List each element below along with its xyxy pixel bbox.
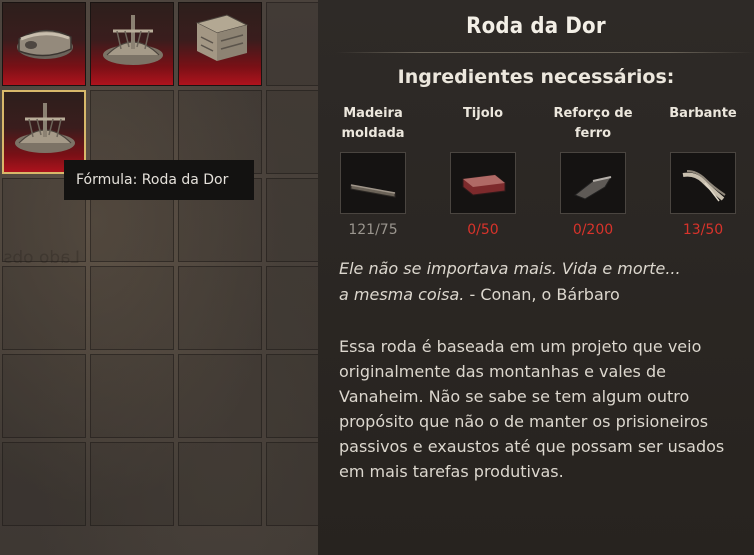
recipe-tooltip: Fórmula: Roda da Dor: [64, 160, 254, 200]
title-divider: [336, 52, 754, 53]
ingredient-twine: Barbante 13/50: [648, 104, 754, 238]
quote-line-2: a mesma coisa. - Conan, o Bárbaro: [339, 282, 739, 308]
ingredient-name: Madeira moldada: [341, 106, 405, 141]
ingredients-heading: Ingredientes necessários:: [397, 66, 675, 88]
ingredient-slot[interactable]: [450, 152, 516, 214]
recipe-slot-empty[interactable]: [178, 442, 262, 526]
recipe-slot-wheel-of-pain[interactable]: [90, 2, 174, 86]
recipe-details-panel: Roda da Dor Ingredientes necessários: Ma…: [318, 0, 754, 555]
quote-text: a mesma coisa.: [339, 285, 465, 304]
wheel-of-pain-icon: [15, 103, 75, 153]
ingredient-slot[interactable]: [560, 152, 626, 214]
quote-author: - Conan, o Bárbaro: [464, 285, 620, 304]
recipe-slot-empty[interactable]: [178, 266, 262, 350]
flavor-quote: Ele não se importava mais. Vida e morte.…: [339, 256, 739, 308]
ingredient-name: Reforço de ferro: [553, 106, 633, 141]
wheel-of-pain-icon: [103, 15, 163, 65]
twine-icon: [682, 170, 726, 202]
ingredient-name: Tijolo: [462, 106, 504, 121]
recipe-grid: [0, 0, 352, 528]
recipe-list-panel: Lado obs Fórmula: Roda da Dor: [0, 0, 350, 555]
ingredient-slot[interactable]: [670, 152, 736, 214]
recipe-slot-empty[interactable]: [90, 266, 174, 350]
recipe-slot-empty[interactable]: [90, 442, 174, 526]
ingredient-shaped-wood: Madeira moldada 121/75: [318, 104, 428, 238]
ingredient-count: 0/50: [467, 222, 499, 238]
stand-structure-icon: [195, 14, 249, 61]
quote-line-1: Ele não se importava mais. Vida e morte.…: [339, 259, 681, 278]
ingredient-name: Barbante: [669, 106, 737, 121]
shaped-wood-icon: [350, 184, 396, 198]
ingredient-brick: Tijolo 0/50: [428, 104, 538, 238]
recipe-title: Roda da Dor: [466, 14, 606, 39]
brick-icon: [462, 174, 506, 196]
recipe-slot-empty[interactable]: [178, 354, 262, 438]
ingredient-count: 121/75: [348, 222, 398, 238]
recipe-slot-empty[interactable]: [90, 354, 174, 438]
recipe-slot-empty[interactable]: [2, 442, 86, 526]
ingredient-iron-reinforcement: Reforço de ferro 0/200: [538, 104, 648, 238]
wheel-cart-icon: [17, 29, 73, 59]
recipe-slot-empty[interactable]: [2, 354, 86, 438]
recipe-slot-wheel-cart[interactable]: [2, 2, 86, 86]
recipe-description: Essa roda é baseada em um projeto que ve…: [339, 337, 725, 481]
recipe-slot-empty[interactable]: [2, 266, 86, 350]
iron-reinforcement-icon: [574, 176, 613, 200]
recipe-slot-stand-structure[interactable]: [178, 2, 262, 86]
ingredient-slot[interactable]: [340, 152, 406, 214]
ingredient-count: 13/50: [682, 222, 724, 238]
ingredient-count: 0/200: [572, 222, 614, 238]
